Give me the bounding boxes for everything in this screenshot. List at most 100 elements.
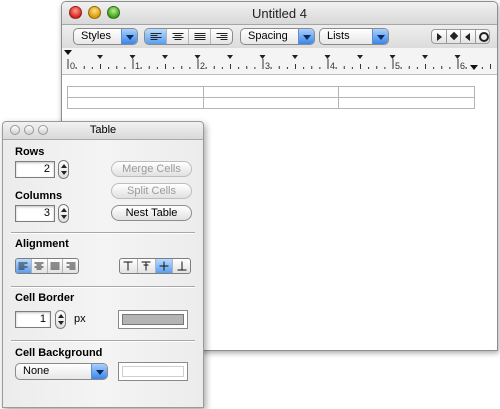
table-inspector-panel: Table Rows 2 Columns 3 Merge Cells Split… xyxy=(2,121,204,408)
valign-top-button[interactable] xyxy=(120,259,138,273)
styles-popup[interactable]: Styles xyxy=(73,28,138,45)
tab-stop-marker[interactable] xyxy=(454,55,461,59)
previous-triangle-icon[interactable] xyxy=(460,29,476,44)
table-cell[interactable] xyxy=(338,86,475,98)
border-width-stepper[interactable] xyxy=(55,310,66,329)
valign-top-icon xyxy=(123,261,133,271)
vertical-alignment-control xyxy=(119,258,191,274)
document-table xyxy=(67,86,475,109)
align-center-icon xyxy=(172,32,183,41)
divider xyxy=(11,286,195,288)
columns-field[interactable]: 3 xyxy=(15,205,55,222)
divider xyxy=(11,340,195,342)
table-cell[interactable] xyxy=(338,97,475,109)
spacing-popup-label: Spacing xyxy=(248,30,288,42)
align-right-icon xyxy=(66,262,76,270)
ruler-number: 5 xyxy=(395,61,401,71)
tab-stop-marker[interactable] xyxy=(194,55,201,59)
divider xyxy=(11,232,195,234)
split-cells-button[interactable]: Split Cells xyxy=(111,183,192,199)
valign-center-icon xyxy=(159,261,169,271)
ring-icon[interactable] xyxy=(474,29,490,44)
navigation-buttons xyxy=(431,29,490,44)
table-row xyxy=(67,86,475,98)
ruler-number: 6 xyxy=(460,61,466,71)
chevron-down-icon xyxy=(372,29,388,44)
table-cell[interactable] xyxy=(67,97,204,109)
spacing-popup[interactable]: Spacing xyxy=(240,28,315,45)
tab-stop-marker[interactable] xyxy=(227,55,233,59)
align-justify-button[interactable] xyxy=(48,259,64,273)
align-justify-button[interactable] xyxy=(189,29,211,44)
right-margin-marker[interactable] xyxy=(470,65,478,70)
background-color-well[interactable] xyxy=(118,362,188,381)
tab-stop-marker[interactable] xyxy=(422,55,428,59)
background-popup[interactable]: None xyxy=(15,363,108,380)
valign-bottom-icon xyxy=(177,261,187,271)
align-right-button[interactable] xyxy=(63,259,78,273)
panel-title: Table xyxy=(89,124,117,136)
align-right-icon xyxy=(216,32,227,41)
alignment-label: Alignment xyxy=(15,238,69,250)
align-left-button[interactable] xyxy=(145,29,167,44)
valign-center-button[interactable] xyxy=(155,259,174,273)
ruler-number: 0 xyxy=(70,61,76,71)
indent-marker[interactable] xyxy=(64,50,72,55)
format-toolbar: Styles Spacing Lists xyxy=(62,25,497,48)
border-color-swatch xyxy=(122,314,184,325)
rows-field[interactable]: 2 xyxy=(15,161,55,178)
tab-stop-marker[interactable] xyxy=(292,55,298,59)
ruler-number: 3 xyxy=(265,61,271,71)
align-center-icon xyxy=(34,262,44,270)
diamond-icon[interactable] xyxy=(445,29,461,44)
cell-border-label: Cell Border xyxy=(15,292,75,304)
align-justify-icon xyxy=(50,262,60,270)
rows-stepper[interactable] xyxy=(58,160,69,179)
panel-titlebar[interactable]: Table xyxy=(3,122,203,140)
ruler[interactable]: 0 1 2 3 4 5 6 xyxy=(62,48,497,75)
tab-stop-marker[interactable] xyxy=(389,55,396,59)
border-width-field[interactable]: 1 xyxy=(15,311,51,328)
tab-stop-marker[interactable] xyxy=(97,55,103,59)
ruler-number: 2 xyxy=(200,61,206,71)
align-left-button[interactable] xyxy=(16,259,32,273)
window-title: Untitled 4 xyxy=(252,6,307,21)
alignment-segmented-control xyxy=(144,28,233,45)
ruler-number: 4 xyxy=(330,61,336,71)
horizontal-alignment-control xyxy=(15,258,79,274)
tab-stop-marker[interactable] xyxy=(129,55,136,59)
ruler-number: 1 xyxy=(135,61,141,71)
ruler-ticks xyxy=(64,50,491,70)
align-center-button[interactable] xyxy=(32,259,48,273)
valign-middle-button[interactable] xyxy=(138,259,156,273)
border-unit-label: px xyxy=(74,313,86,325)
background-color-swatch xyxy=(122,366,184,377)
tab-stop-marker[interactable] xyxy=(162,55,168,59)
chevron-down-icon xyxy=(91,364,107,379)
tab-stop-marker[interactable] xyxy=(259,55,266,59)
rows-label: Rows xyxy=(15,146,45,158)
lists-popup-label: Lists xyxy=(327,30,350,42)
table-cell[interactable] xyxy=(202,86,340,98)
valign-middle-icon xyxy=(141,261,151,271)
styles-popup-label: Styles xyxy=(81,30,111,42)
align-right-button[interactable] xyxy=(211,29,232,44)
background-popup-label: None xyxy=(23,365,50,377)
nest-table-button[interactable]: Nest Table xyxy=(111,205,192,221)
next-triangle-icon[interactable] xyxy=(431,29,447,44)
valign-bottom-button[interactable] xyxy=(173,259,190,273)
border-color-well[interactable] xyxy=(118,310,188,329)
columns-stepper[interactable] xyxy=(58,204,69,223)
tab-stop-marker[interactable] xyxy=(324,55,331,59)
tab-stop-marker[interactable] xyxy=(357,55,363,59)
merge-cells-button[interactable]: Merge Cells xyxy=(111,161,192,177)
table-cell[interactable] xyxy=(202,97,340,109)
table-cell[interactable] xyxy=(67,86,204,98)
align-left-icon xyxy=(150,32,161,41)
table-row xyxy=(67,97,475,109)
lists-popup[interactable]: Lists xyxy=(319,28,389,45)
align-center-button[interactable] xyxy=(167,29,189,44)
chevron-down-icon xyxy=(298,29,314,44)
columns-label: Columns xyxy=(15,190,63,202)
document-titlebar[interactable]: Untitled 4 xyxy=(62,2,497,25)
